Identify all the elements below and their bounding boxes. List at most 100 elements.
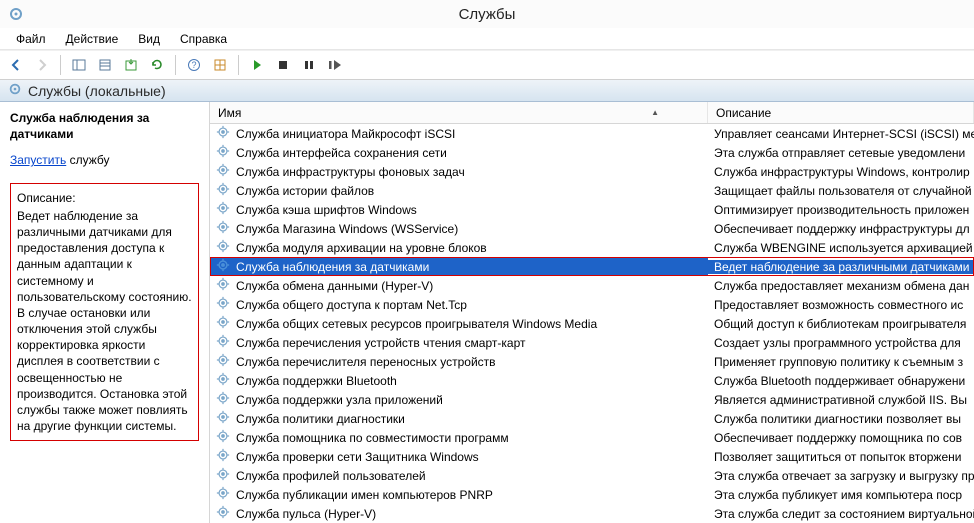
toolbar-separator	[175, 55, 176, 75]
service-row[interactable]: Служба кэша шрифтов WindowsОптимизирует …	[210, 200, 974, 219]
gear-icon	[216, 277, 230, 294]
service-name: Служба помощника по совместимости програ…	[236, 431, 509, 445]
service-row[interactable]: Служба интерфейса сохранения сетиЭта слу…	[210, 143, 974, 162]
service-row[interactable]: Служба пульса (Hyper-V) Эта служба следит…	[210, 504, 974, 523]
service-row[interactable]: Служба поддержки Bluetooth Служба Bluetoo…	[210, 371, 974, 390]
back-button[interactable]	[4, 53, 28, 77]
gear-icon	[216, 448, 230, 465]
service-desc-cell: Служба WBENGINE используется архивацией …	[708, 241, 974, 255]
gear-icon	[216, 334, 230, 351]
service-row[interactable]: Служба инфраструктуры фоновых задачСлужб…	[210, 162, 974, 181]
service-name: Служба поддержки Bluetooth	[236, 374, 397, 388]
service-row[interactable]: Служба общего доступа к портам Net.TcpПр…	[210, 295, 974, 314]
service-desc-cell: Применяет групповую политику к съемным з	[708, 355, 974, 369]
app-icon	[8, 6, 24, 25]
service-desc-cell: Эта служба отвечает за загрузку и выгруз…	[708, 469, 974, 483]
window-title: Службы	[459, 6, 516, 23]
service-row[interactable]: Служба перечислителя переносных устройст…	[210, 352, 974, 371]
service-row[interactable]: Служба поддержки узла приложенийЯвляется…	[210, 390, 974, 409]
gear-icon	[216, 429, 230, 446]
service-row[interactable]: Служба Магазина Windows (WSService)Обесп…	[210, 219, 974, 238]
show-hide-tree-button[interactable]	[67, 53, 91, 77]
service-row[interactable]: Служба истории файлов Защищает файлы поль…	[210, 181, 974, 200]
detail-pane: Служба наблюдения за датчиками Запустить…	[0, 102, 210, 523]
service-name: Служба наблюдения за датчиками	[236, 260, 429, 274]
menu-help[interactable]: Справка	[170, 30, 237, 48]
help-button[interactable]: ?	[182, 53, 206, 77]
service-row[interactable]: Служба общих сетевых ресурсов проигрыват…	[210, 314, 974, 333]
scope-tab: Службы (локальные)	[0, 80, 974, 102]
detail-title: Служба наблюдения за датчиками	[10, 110, 199, 142]
service-name-cell: Служба истории файлов	[210, 182, 708, 199]
service-desc-cell: Общий доступ к библиотекам проигрывателя	[708, 317, 974, 331]
service-row[interactable]: Служба инициатора Майкрософт iSCSI Управл…	[210, 124, 974, 143]
service-name: Служба профилей пользователей	[236, 469, 426, 483]
service-name-cell: Служба интерфейса сохранения сети	[210, 144, 708, 161]
service-name-cell: Служба перечислителя переносных устройст…	[210, 353, 708, 370]
service-name: Служба общих сетевых ресурсов проигрыват…	[236, 317, 597, 331]
service-row[interactable]: Служба перечисления устройств чтения сма…	[210, 333, 974, 352]
menu-view[interactable]: Вид	[128, 30, 170, 48]
service-row[interactable]: Служба профилей пользователей Эта служба …	[210, 466, 974, 485]
gear-icon	[216, 144, 230, 161]
column-description[interactable]: Описание	[708, 102, 974, 123]
service-row[interactable]: Служба помощника по совместимости програ…	[210, 428, 974, 447]
gear-icon	[216, 239, 230, 256]
service-desc-cell: Служба Bluetooth поддерживает обнаружени	[708, 374, 974, 388]
service-name-cell: Служба Магазина Windows (WSService)	[210, 220, 708, 237]
refresh-button[interactable]	[145, 53, 169, 77]
forward-button[interactable]	[30, 53, 54, 77]
service-desc-cell: Позволяет защититься от попыток вторжени	[708, 450, 974, 464]
service-name: Служба модуля архивации на уровне блоков	[236, 241, 487, 255]
service-name: Служба истории файлов	[236, 184, 374, 198]
service-desc-cell: Управляет сеансами Интернет-SCSI (iSCSI)…	[708, 127, 974, 141]
menu-action[interactable]: Действие	[56, 30, 129, 48]
service-name: Служба интерфейса сохранения сети	[236, 146, 447, 160]
services-list[interactable]: Имя ▲ Описание Служба инициатора Майкрос…	[210, 102, 974, 523]
title-bar: Службы	[0, 0, 974, 28]
service-name: Служба Магазина Windows (WSService)	[236, 222, 458, 236]
gear-icon	[216, 296, 230, 313]
service-name-cell: Служба кэша шрифтов Windows	[210, 201, 708, 218]
service-name-cell: Служба наблюдения за датчиками	[210, 258, 708, 275]
service-row[interactable]: Служба политики диагностикиСлужба полити…	[210, 409, 974, 428]
service-name: Служба политики диагностики	[236, 412, 405, 426]
gear-icon	[216, 125, 230, 142]
start-service-link[interactable]: Запустить	[10, 153, 66, 167]
service-row[interactable]: Служба модуля архивации на уровне блоков…	[210, 238, 974, 257]
gear-icon	[216, 163, 230, 180]
list-header: Имя ▲ Описание	[210, 102, 974, 124]
column-name[interactable]: Имя ▲	[210, 102, 708, 123]
service-row[interactable]: Служба наблюдения за датчикамиВедет набл…	[210, 257, 974, 276]
service-desc-cell: Эта служба следит за состоянием виртуаль…	[708, 507, 974, 521]
toolbar: ?	[0, 50, 974, 80]
properties-button[interactable]	[93, 53, 117, 77]
service-desc-cell: Служба инфраструктуры Windows, контролир	[708, 165, 974, 179]
pause-button[interactable]	[297, 53, 321, 77]
content-area: Служба наблюдения за датчиками Запустить…	[0, 102, 974, 523]
service-name: Служба перечисления устройств чтения сма…	[236, 336, 525, 350]
gear-icon	[216, 201, 230, 218]
service-name-cell: Служба поддержки Bluetooth	[210, 372, 708, 389]
gear-icon	[8, 82, 22, 99]
service-name: Служба инициатора Майкрософт iSCSI	[236, 127, 455, 141]
service-name-cell: Служба обмена данными (Hyper-V)	[210, 277, 708, 294]
grid-button[interactable]	[208, 53, 232, 77]
service-name-cell: Служба общего доступа к портам Net.Tcp	[210, 296, 708, 313]
export-button[interactable]	[119, 53, 143, 77]
service-row[interactable]: Служба публикации имен компьютеров PNRPЭ…	[210, 485, 974, 504]
service-row[interactable]: Служба обмена данными (Hyper-V)Служба пр…	[210, 276, 974, 295]
description-box: Описание: Ведет наблюдение за различными…	[10, 183, 199, 442]
menu-file[interactable]: Файл	[6, 30, 56, 48]
restart-button[interactable]	[323, 53, 347, 77]
service-row[interactable]: Служба проверки сети Защитника WindowsПо…	[210, 447, 974, 466]
start-service-line: Запустить службу	[10, 152, 199, 168]
service-desc-cell: Создает узлы программного устройства для	[708, 336, 974, 350]
toolbar-separator	[60, 55, 61, 75]
service-name: Служба пульса (Hyper-V)	[236, 507, 376, 521]
start-suffix: службу	[66, 153, 109, 167]
play-button[interactable]	[245, 53, 269, 77]
service-desc-cell: Защищает файлы пользователя от случайной	[708, 184, 974, 198]
service-name-cell: Служба перечисления устройств чтения сма…	[210, 334, 708, 351]
stop-button[interactable]	[271, 53, 295, 77]
